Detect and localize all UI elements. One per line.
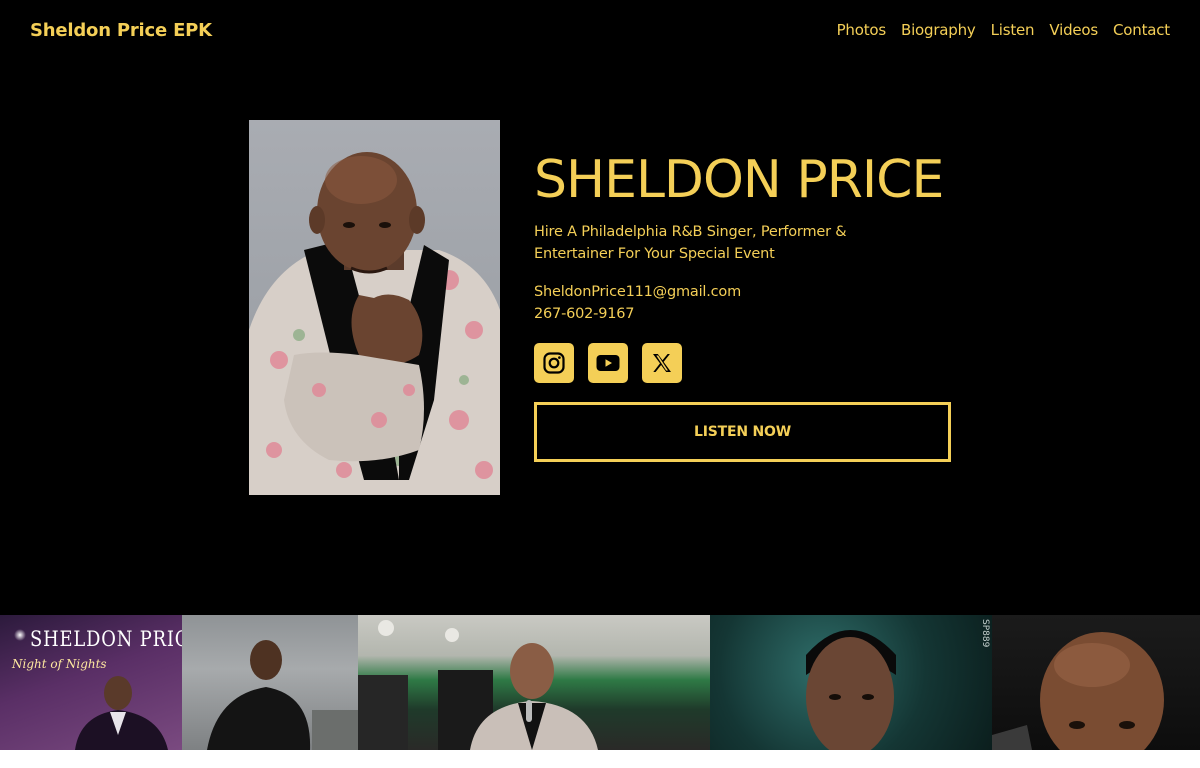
site-brand[interactable]: Sheldon Price EPK [30, 20, 212, 41]
closeup-figure [992, 632, 1164, 750]
listen-now-button[interactable]: LISTEN NOW [534, 402, 951, 462]
artist-name: SHELDON PRICE [534, 150, 944, 210]
instagram-glyph [543, 352, 565, 374]
contact-info: SheldonPrice111@gmail.com 267-602-9167 [534, 281, 954, 325]
nav-videos[interactable]: Videos [1049, 21, 1098, 39]
portrait-illustration [249, 152, 500, 495]
youtube-icon[interactable] [588, 343, 628, 383]
nav-contact[interactable]: Contact [1113, 21, 1170, 39]
youtube-glyph [596, 355, 620, 371]
instagram-icon[interactable] [534, 343, 574, 383]
email-link[interactable]: SheldonPrice111@gmail.com [534, 281, 954, 303]
lakeside-figure [207, 640, 358, 750]
nav-listen[interactable]: Listen [991, 21, 1035, 39]
album-cover-photo[interactable]: SHELDON PRICE Night of Nights [0, 615, 182, 750]
phone-link[interactable]: 267-602-9167 [534, 303, 954, 325]
photo-strip: SHELDON PRICE Night of Nights [0, 615, 1200, 750]
performance-figure [358, 620, 598, 750]
headshot-figure [806, 630, 896, 750]
page-bottom-edge [0, 750, 1200, 768]
hero-info: SHELDON PRICE Hire A Philadelphia R&B Si… [534, 150, 954, 462]
x-glyph [653, 354, 671, 372]
lakeside-photo[interactable] [182, 615, 358, 750]
headshot-photo[interactable]: SP889 [710, 615, 992, 750]
x-icon[interactable] [642, 343, 682, 383]
portrait-closeup-photo[interactable] [992, 615, 1200, 750]
nav-biography[interactable]: Biography [901, 21, 976, 39]
nav-photos[interactable]: Photos [837, 21, 887, 39]
album-figure [75, 676, 168, 750]
photo-code: SP889 [980, 619, 990, 648]
site-header: Sheldon Price EPK Photos Biography Liste… [0, 0, 1200, 60]
main-nav: Photos Biography Listen Videos Contact [837, 21, 1171, 39]
page: Sheldon Price EPK Photos Biography Liste… [0, 0, 1200, 768]
artist-portrait [249, 120, 500, 495]
social-links [534, 343, 954, 383]
hero-tagline: Hire A Philadelphia R&B Singer, Performe… [534, 224, 847, 262]
performance-photo[interactable] [358, 615, 710, 750]
